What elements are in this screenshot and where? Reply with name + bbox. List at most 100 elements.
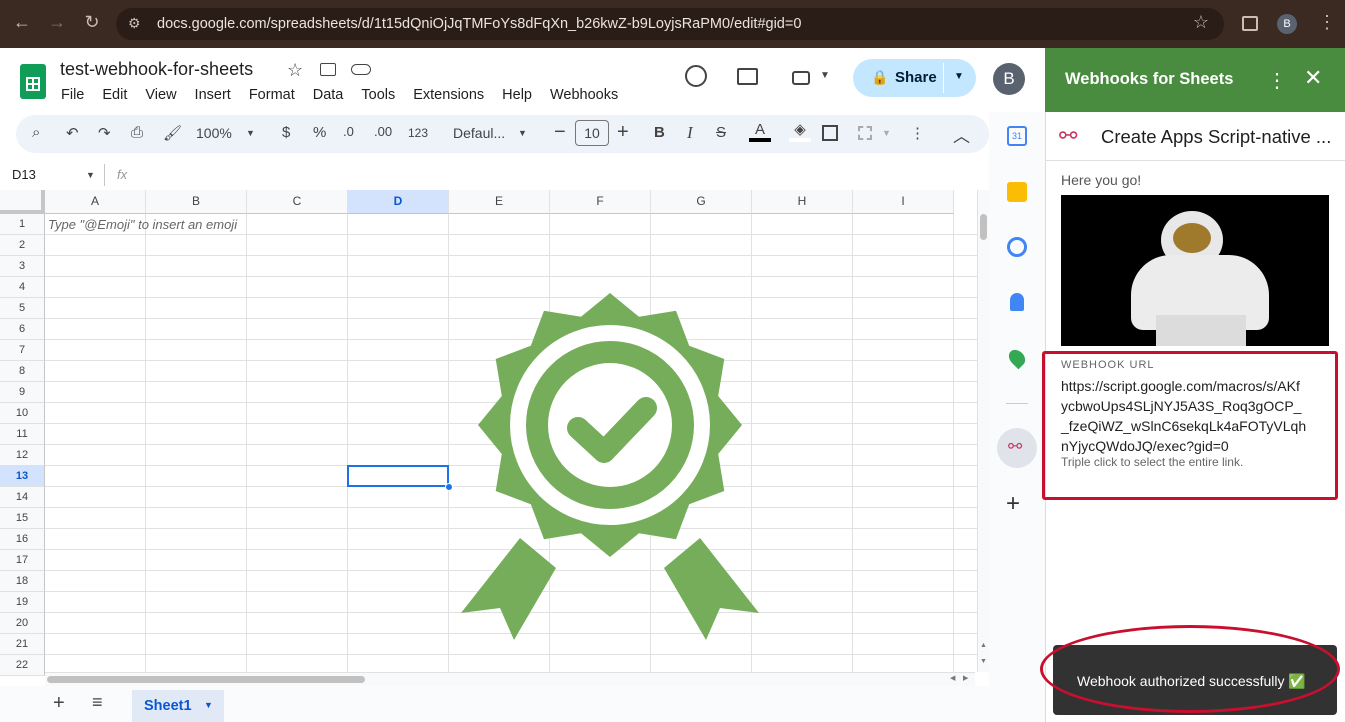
increase-decimal-button[interactable]: .00 (374, 124, 392, 139)
row-header-6[interactable]: 6 (0, 319, 45, 340)
row-header-16[interactable]: 16 (0, 529, 45, 550)
row-header-11[interactable]: 11 (0, 424, 45, 445)
horizontal-scroll-thumb[interactable] (47, 676, 365, 683)
row-header-22[interactable]: 22 (0, 655, 45, 676)
menu-edit[interactable]: Edit (102, 87, 127, 103)
active-cell-d13[interactable] (347, 465, 449, 487)
reload-icon[interactable]: ↻ (80, 12, 104, 33)
strikethrough-icon[interactable]: S (716, 124, 726, 141)
name-box-dropdown-icon[interactable]: ▼ (86, 170, 95, 180)
row-header-14[interactable]: 14 (0, 487, 45, 508)
bold-button[interactable]: B (654, 124, 665, 141)
collapse-toolbar-icon[interactable]: ︿ (953, 122, 970, 147)
menu-file[interactable]: File (61, 87, 84, 103)
font-select[interactable]: Defaul... (453, 125, 505, 141)
row-header-19[interactable]: 19 (0, 592, 45, 613)
merge-dropdown-icon[interactable]: ▼ (882, 128, 891, 138)
select-all-corner[interactable] (0, 190, 45, 214)
zoom-dropdown-icon[interactable]: ▼ (246, 128, 255, 138)
menu-insert[interactable]: Insert (195, 87, 231, 103)
name-box[interactable]: D13 (12, 167, 36, 182)
add-sheet-icon[interactable]: + (53, 692, 65, 715)
column-header-h[interactable]: H (752, 190, 853, 214)
panel-close-icon[interactable]: ✕ (1304, 65, 1322, 91)
row-header-18[interactable]: 18 (0, 571, 45, 592)
decrease-decimal-button[interactable]: .0 (343, 124, 354, 139)
bookmark-star-icon[interactable]: ☆ (1189, 12, 1213, 33)
row-header-21[interactable]: 21 (0, 634, 45, 655)
all-sheets-icon[interactable]: ≡ (92, 692, 103, 713)
zoom-select[interactable]: 100% (196, 125, 232, 141)
version-history-icon[interactable] (685, 65, 707, 87)
row-header-17[interactable]: 17 (0, 550, 45, 571)
menu-tools[interactable]: Tools (361, 87, 395, 103)
undo-icon[interactable]: ↶ (66, 124, 79, 142)
fill-handle[interactable] (445, 483, 453, 491)
merge-cells-icon[interactable] (858, 126, 872, 140)
sheet-tab[interactable]: Sheet1 ▼ (132, 690, 224, 722)
scroll-down-arrow[interactable]: ▼ (980, 658, 987, 665)
back-icon[interactable]: ← (10, 12, 34, 33)
font-dropdown-icon[interactable]: ▼ (518, 128, 527, 138)
webhook-url-value[interactable]: https://script.google.com/macros/s/AKf y… (1061, 376, 1331, 456)
row-header-15[interactable]: 15 (0, 508, 45, 529)
row-header-10[interactable]: 10 (0, 403, 45, 424)
vertical-scroll-thumb[interactable] (980, 214, 987, 240)
add-addon-icon[interactable]: + (1006, 490, 1020, 518)
share-button[interactable]: 🔒 Share ▼ (853, 59, 976, 97)
column-header-f[interactable]: F (550, 190, 651, 214)
print-icon[interactable]: ⎙ (131, 124, 143, 141)
sheet-tab-dropdown-icon[interactable]: ▼ (204, 700, 213, 710)
row-header-13[interactable]: 13 (0, 466, 45, 487)
column-header-a[interactable]: A (45, 190, 146, 214)
calendar-icon[interactable]: 31 (1007, 126, 1027, 146)
menu-webhooks[interactable]: Webhooks (550, 87, 618, 103)
side-panel-icon[interactable] (1242, 16, 1258, 31)
row-header-9[interactable]: 9 (0, 382, 45, 403)
text-color-icon[interactable]: A (749, 121, 771, 142)
tasks-icon[interactable] (1007, 237, 1027, 257)
borders-icon[interactable] (822, 125, 838, 141)
row-header-8[interactable]: 8 (0, 361, 45, 382)
menu-format[interactable]: Format (249, 87, 295, 103)
sheets-logo-icon[interactable] (20, 64, 46, 99)
row-header-12[interactable]: 12 (0, 445, 45, 466)
increase-font-size-icon[interactable]: + (617, 121, 629, 144)
column-header-d[interactable]: D (348, 190, 449, 214)
search-menus-icon[interactable]: ⌕ (32, 124, 40, 141)
site-settings-icon[interactable]: ⚙ (128, 15, 141, 32)
menu-view[interactable]: View (145, 87, 176, 103)
horizontal-scrollbar[interactable]: ◀ ▶ (45, 672, 975, 686)
fill-color-icon[interactable]: ◈ (789, 120, 811, 142)
forward-icon[interactable]: → (45, 12, 69, 33)
row-header-1[interactable]: 1 (0, 214, 45, 235)
italic-button[interactable]: I (687, 123, 693, 143)
document-title[interactable]: test-webhook-for-sheets (60, 59, 253, 80)
scroll-left-arrow[interactable]: ◀ (950, 674, 955, 682)
row-header-5[interactable]: 5 (0, 298, 45, 319)
column-header-e[interactable]: E (449, 190, 550, 214)
comments-icon[interactable] (737, 68, 758, 85)
more-vert-icon[interactable]: ⋮ (1315, 12, 1339, 33)
row-header-7[interactable]: 7 (0, 340, 45, 361)
column-header-c[interactable]: C (247, 190, 348, 214)
meet-icon[interactable] (792, 71, 810, 85)
webhooks-addon-icon[interactable]: ⚯ (997, 428, 1037, 468)
panel-more-icon[interactable]: ⋮ (1267, 68, 1287, 93)
formula-input[interactable] (140, 162, 980, 188)
currency-format-button[interactable]: $ (282, 124, 290, 141)
move-folder-icon[interactable] (320, 63, 336, 76)
scroll-up-arrow[interactable]: ▲ (980, 642, 987, 649)
contacts-icon[interactable] (1010, 293, 1024, 311)
meet-dropdown-icon[interactable]: ▼ (820, 70, 830, 81)
column-header-g[interactable]: G (651, 190, 752, 214)
redo-icon[interactable]: ↷ (98, 124, 111, 142)
vertical-scrollbar[interactable]: ▲ ▼ (977, 190, 989, 672)
star-icon[interactable]: ☆ (287, 60, 303, 81)
decrease-font-size-icon[interactable]: − (554, 121, 566, 144)
percent-format-button[interactable]: % (313, 124, 326, 141)
font-size-input[interactable]: 10 (575, 120, 609, 146)
column-header-b[interactable]: B (146, 190, 247, 214)
account-avatar[interactable]: B (993, 63, 1025, 95)
menu-help[interactable]: Help (502, 87, 532, 103)
